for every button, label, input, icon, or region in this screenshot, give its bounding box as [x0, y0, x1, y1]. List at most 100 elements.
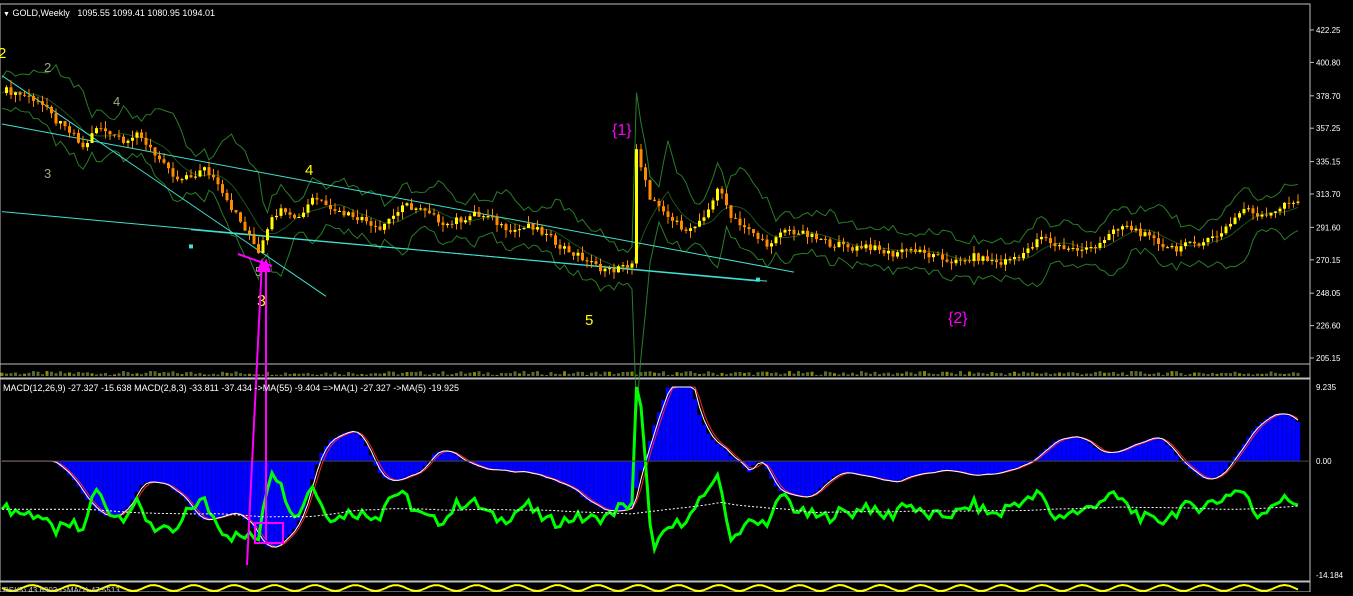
histogram-bar — [198, 461, 202, 517]
volume-bar — [941, 372, 944, 376]
band-upper — [2, 65, 1298, 253]
volume-bar — [365, 375, 368, 376]
volume-bar — [370, 373, 373, 376]
chart-canvas[interactable]: 422.25400.80378.70357.25335.15313.70291.… — [0, 0, 1353, 592]
volume-bar — [1189, 374, 1192, 376]
volume-bar — [689, 371, 692, 376]
chevron-down-icon[interactable]: ▼ — [3, 11, 10, 18]
histogram-bar — [396, 461, 400, 480]
histogram-bar — [706, 434, 710, 462]
volume-bar — [473, 372, 476, 376]
candle-body — [914, 249, 917, 252]
volume-bar — [424, 374, 427, 376]
candle-body — [905, 249, 908, 250]
histogram-bar — [1170, 449, 1174, 461]
volume-bar — [217, 375, 220, 376]
histogram-bar — [1273, 414, 1277, 461]
histogram-bar — [243, 461, 247, 519]
volume-bar — [680, 373, 683, 376]
candle-body — [1162, 244, 1165, 247]
candle-body — [797, 234, 800, 235]
histogram-bar — [99, 461, 103, 513]
histogram-bar — [1008, 461, 1012, 470]
volume-bar — [406, 372, 409, 376]
candle-body — [932, 254, 935, 257]
candle-body — [361, 217, 364, 220]
histogram-bar — [504, 461, 508, 470]
candle-body — [995, 260, 998, 262]
histogram-bar — [931, 461, 935, 472]
band-lower — [2, 108, 1298, 413]
histogram-bar — [940, 461, 944, 471]
price-tick-label: 291.60 — [1316, 223, 1341, 232]
volume-bar — [329, 374, 332, 376]
candle-body — [860, 246, 863, 248]
volume-bar — [505, 373, 508, 376]
candle-body — [442, 222, 445, 225]
histogram-bar — [229, 461, 233, 513]
candle-body — [716, 189, 719, 201]
candle-body — [491, 216, 494, 217]
volume-bar — [550, 372, 553, 376]
candle-body — [50, 107, 53, 113]
volume-bar — [379, 374, 382, 376]
histogram-bar — [891, 461, 895, 482]
histogram-bar — [157, 461, 161, 483]
volume-bar — [667, 375, 670, 376]
candle-body — [1072, 248, 1075, 249]
volume-bar — [1112, 372, 1115, 376]
histogram-bar — [1116, 451, 1120, 461]
histogram-bar — [1269, 416, 1273, 461]
candle-body — [1256, 213, 1259, 216]
volume-bar — [460, 371, 463, 376]
candle-body — [1202, 242, 1205, 245]
chart-header: ▼ GOLD,Weekly 1095.55 1099.41 1080.95 10… — [3, 8, 215, 18]
histogram-bar — [1278, 414, 1282, 461]
candle-body — [320, 200, 323, 201]
histogram-bar — [886, 461, 890, 480]
volume-bar — [77, 372, 80, 376]
candle-body — [122, 137, 125, 143]
price-tick-label: 400.80 — [1316, 58, 1341, 67]
candle-body — [1031, 247, 1034, 248]
histogram-bar — [351, 431, 355, 461]
candle-body — [878, 245, 881, 250]
volume-bar — [608, 372, 611, 376]
volume-bar — [1090, 374, 1093, 376]
histogram-bar — [832, 461, 836, 476]
volume-bar — [1130, 371, 1133, 376]
histogram-bar — [841, 461, 845, 473]
volume-bar — [343, 375, 346, 376]
candle-body — [451, 224, 454, 225]
histogram-bar — [238, 461, 242, 516]
volume-bar — [433, 373, 436, 376]
candle-body — [100, 128, 103, 129]
candle-body — [1243, 209, 1246, 213]
candle-body — [41, 101, 44, 105]
volume-bar — [923, 371, 926, 376]
candle-body — [802, 231, 805, 234]
volume-bar — [1031, 372, 1034, 376]
volume-bar — [1040, 374, 1043, 376]
histogram-bar — [1165, 445, 1169, 462]
histogram-bar — [598, 461, 602, 508]
candle-body — [919, 250, 922, 252]
volume-bar — [145, 373, 148, 376]
histogram-bar — [1107, 452, 1111, 461]
candle-body — [1238, 213, 1241, 217]
volume-bar — [964, 375, 967, 376]
volume-bar — [644, 372, 647, 376]
candle-body — [653, 200, 656, 201]
price-tick-label: 248.05 — [1316, 289, 1341, 298]
trendlines[interactable] — [2, 76, 794, 297]
histogram-bar — [1215, 461, 1219, 477]
candle-body — [887, 251, 890, 254]
candle-body — [86, 143, 89, 147]
histogram-bar — [1287, 415, 1291, 461]
histogram-bar — [918, 461, 922, 474]
candle-body — [1085, 247, 1088, 249]
candle-body — [1063, 245, 1066, 249]
volume-bar — [721, 373, 724, 376]
histogram-bar — [418, 461, 422, 471]
volume-bar — [275, 375, 278, 376]
